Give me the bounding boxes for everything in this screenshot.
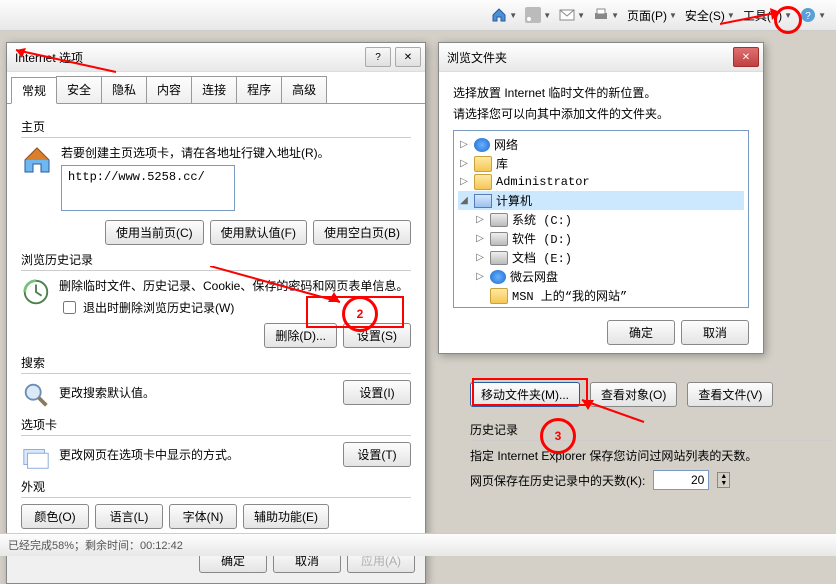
spinner-up[interactable]: ▲ (718, 473, 729, 480)
days-input[interactable] (653, 470, 709, 490)
house-icon (21, 144, 53, 176)
tree-label: 计算机 (496, 192, 532, 209)
homepage-url-input[interactable] (61, 165, 235, 211)
close-button[interactable]: ✕ (733, 47, 759, 67)
homepage-group-label: 主页 (21, 118, 411, 135)
tabs-settings-button[interactable]: 设置(T) (343, 442, 411, 467)
browse-title: 浏览文件夹 (447, 49, 507, 66)
mail-icon[interactable]: ▼ (559, 7, 585, 23)
spinner-down[interactable]: ▼ (718, 480, 729, 487)
tab-advanced[interactable]: 高级 (281, 76, 327, 103)
languages-button[interactable]: 语言(L) (95, 504, 163, 529)
drive-icon (490, 213, 508, 227)
tree-label: 微云网盘 (510, 268, 558, 285)
net-icon (490, 270, 506, 284)
search-group-label: 搜索 (21, 354, 411, 371)
dialog-titlebar: Internet 选项 ? ✕ (7, 43, 425, 72)
history-icon (21, 277, 51, 307)
tree-node[interactable]: ◢ 计算机 (458, 191, 744, 210)
tree-node[interactable]: ▷ 微云网盘 (458, 267, 744, 286)
tab-privacy[interactable]: 隐私 (101, 76, 147, 103)
tree-label: 库 (496, 155, 508, 172)
homepage-desc: 若要创建主页选项卡，请在各地址行键入地址(R)。 (61, 144, 411, 161)
tree-node[interactable]: ▷ 库 (458, 154, 744, 173)
tab-programs[interactable]: 程序 (236, 76, 282, 103)
annotation-rect-settings (306, 296, 404, 328)
help-icon[interactable]: ?▼ (800, 7, 826, 23)
tree-label: Administrator (496, 175, 590, 189)
tree-label: 网络 (494, 136, 518, 153)
rss-icon[interactable]: ▼ (525, 7, 551, 23)
status-bar: 已经完成58%；剩余时间：00:12:42 (0, 533, 836, 556)
browser-toolbar: ▼ ▼ ▼ ▼ 页面(P)▼ 安全(S)▼ 工具(T)▼ ?▼ (0, 0, 836, 31)
svg-text:?: ? (805, 11, 811, 22)
use-default-button[interactable]: 使用默认值(F) (210, 220, 307, 245)
tree-node[interactable]: MSN 上的“我的网站” (458, 286, 744, 305)
tree-label: 文档 (E:) (512, 249, 572, 266)
history-section-label: 历史记录 (470, 421, 830, 438)
view-files-button[interactable]: 查看文件(V) (687, 382, 773, 407)
history-section-desc: 指定 Internet Explorer 保存您访问过网站列表的天数。 (470, 447, 830, 464)
folder-icon (474, 174, 492, 190)
use-current-button[interactable]: 使用当前页(C) (105, 220, 204, 245)
safety-menu[interactable]: 安全(S)▼ (685, 7, 735, 24)
tab-general[interactable]: 常规 (11, 77, 57, 104)
appearance-group-label: 外观 (21, 478, 411, 495)
drive-icon (490, 251, 508, 265)
accessibility-button[interactable]: 辅助功能(E) (243, 504, 329, 529)
tabs-icon (21, 442, 51, 472)
dialog-title: Internet 选项 (15, 49, 83, 66)
tab-connections[interactable]: 连接 (191, 76, 237, 103)
tree-node[interactable]: ▷ 软件 (D:) (458, 229, 744, 248)
tree-label: 系统 (C:) (512, 211, 572, 228)
home-icon[interactable]: ▼ (491, 7, 517, 23)
colors-button[interactable]: 颜色(O) (21, 504, 89, 529)
print-icon[interactable]: ▼ (593, 7, 619, 23)
tab-content[interactable]: 内容 (146, 76, 192, 103)
folder-icon (490, 288, 508, 304)
tree-label: MSN 上的“我的网站” (512, 287, 627, 304)
drive-icon (490, 232, 508, 246)
tree-label: 软件 (D:) (512, 230, 572, 247)
fonts-button[interactable]: 字体(N) (169, 504, 237, 529)
browse-folder-dialog: 浏览文件夹 ✕ 选择放置 Internet 临时文件的新位置。 请选择您可以向其… (438, 42, 764, 354)
history-desc: 删除临时文件、历史记录、Cookie、保存的密码和网页表单信息。 (59, 277, 411, 294)
view-objects-button[interactable]: 查看对象(O) (590, 382, 677, 407)
annotation-rect-move (472, 378, 588, 406)
pc-icon (474, 194, 492, 208)
search-desc: 更改搜索默认值。 (59, 384, 343, 401)
search-settings-button[interactable]: 设置(I) (343, 380, 411, 405)
browse-cancel-button[interactable]: 取消 (681, 320, 749, 345)
tab-security[interactable]: 安全 (56, 76, 102, 103)
tree-node[interactable]: ▷ Administrator (458, 173, 744, 191)
days-label: 网页保存在历史记录中的天数(K): (470, 472, 645, 489)
folder-tree[interactable]: ▷ 网络▷ 库▷ Administrator◢ 计算机▷ 系统 (C:)▷ 软件… (453, 130, 749, 308)
tree-node[interactable]: ▷ 系统 (C:) (458, 210, 744, 229)
browse-line2: 请选择您可以向其中添加文件的文件夹。 (453, 105, 749, 122)
browse-line1: 选择放置 Internet 临时文件的新位置。 (453, 84, 749, 101)
browse-ok-button[interactable]: 确定 (607, 320, 675, 345)
tab-strip: 常规 安全 隐私 内容 连接 程序 高级 (7, 72, 425, 104)
tabs-desc: 更改网页在选项卡中显示的方式。 (59, 446, 343, 463)
close-button[interactable]: ✕ (395, 47, 421, 67)
magnifier-icon (21, 380, 51, 410)
page-menu[interactable]: 页面(P)▼ (627, 7, 677, 24)
history-group-label: 浏览历史记录 (21, 251, 411, 268)
use-blank-button[interactable]: 使用空白页(B) (313, 220, 411, 245)
help-button[interactable]: ? (365, 47, 391, 67)
tree-node[interactable]: ▷ 文档 (E:) (458, 248, 744, 267)
folder-icon (474, 156, 492, 172)
net-icon (474, 138, 490, 152)
tabs-group-label: 选项卡 (21, 416, 411, 433)
browse-titlebar: 浏览文件夹 ✕ (439, 43, 763, 72)
tree-node[interactable]: ▷ 网络 (458, 135, 744, 154)
tools-menu[interactable]: 工具(T)▼ (743, 7, 792, 24)
